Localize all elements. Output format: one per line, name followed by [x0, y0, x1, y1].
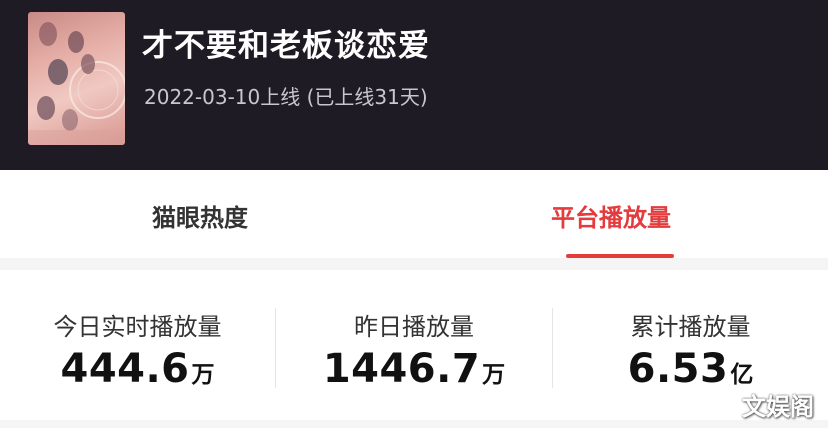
stat-unit: 万 — [191, 362, 215, 388]
watermark: 文娱阁 — [742, 393, 814, 421]
stat-number: 6.53 — [627, 346, 729, 392]
play-count-stats: 今日实时播放量 444.6万 昨日播放量 1446.7万 累计播放量 6.53亿 — [0, 270, 828, 420]
poster-artwork — [28, 22, 125, 145]
release-info: 2022-03-10上线 (已上线31天) — [144, 85, 428, 109]
tab-maoyan-heat[interactable]: 猫眼热度 — [152, 198, 248, 233]
drama-title: 才不要和老板谈恋爱 — [142, 28, 430, 64]
stat-unit: 万 — [482, 362, 506, 388]
stat-value: 444.6万 — [0, 346, 275, 392]
stat-value: 6.53亿 — [553, 346, 828, 392]
drama-poster-image[interactable] — [28, 12, 125, 145]
stat-value: 1446.7万 — [276, 346, 552, 392]
stat-today-realtime: 今日实时播放量 444.6万 — [0, 270, 275, 420]
stat-unit: 亿 — [730, 362, 754, 388]
stat-label: 今日实时播放量 — [53, 313, 222, 341]
stat-number: 444.6 — [60, 346, 190, 392]
stat-number: 1446.7 — [322, 346, 481, 392]
tab-bar: 猫眼热度 平台播放量 — [0, 170, 828, 258]
active-tab-indicator — [566, 254, 674, 258]
drama-header: 才不要和老板谈恋爱 2022-03-10上线 (已上线31天) — [0, 0, 828, 170]
stat-yesterday: 昨日播放量 1446.7万 — [276, 270, 552, 420]
stat-label: 累计播放量 — [630, 313, 751, 341]
tab-platform-plays[interactable]: 平台播放量 — [551, 198, 671, 233]
stat-label: 昨日播放量 — [354, 313, 474, 341]
